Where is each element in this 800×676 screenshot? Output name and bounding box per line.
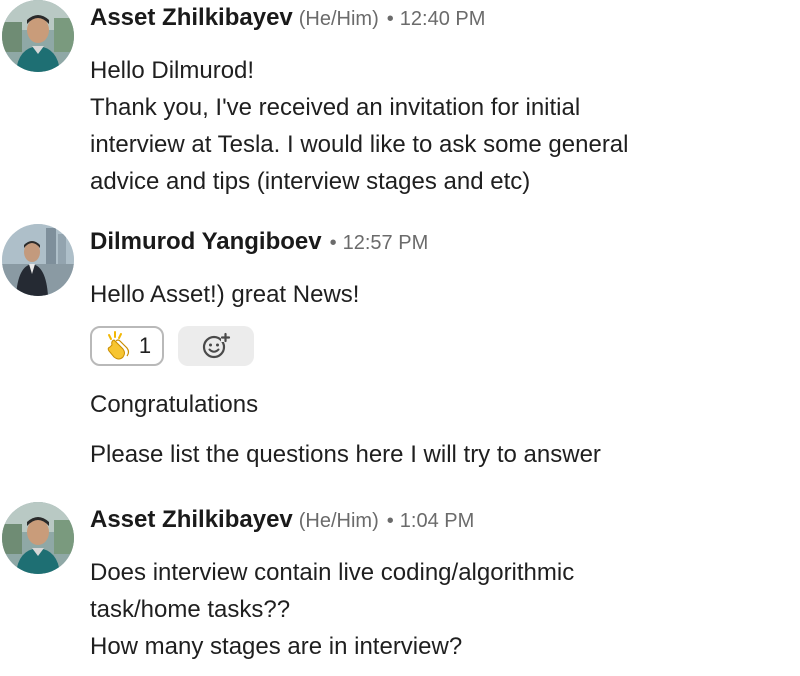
avatar[interactable]	[2, 224, 74, 296]
sender-line: Dilmurod Yangiboev • 12:57 PM	[90, 224, 428, 260]
message-line: Hello Dilmurod!	[90, 57, 255, 84]
add-reaction-button[interactable]	[178, 326, 254, 366]
message-line: task/home tasks??	[90, 596, 291, 623]
message-line: How many stages are in interview?	[90, 633, 463, 660]
timestamp: 1:04 PM	[399, 510, 475, 532]
avatar[interactable]	[2, 502, 74, 574]
sender-line: Asset Zhilkibayev (He/Him) • 12:40 PM	[90, 0, 485, 36]
timestamp: 12:40 PM	[399, 8, 486, 30]
message-line: Does interview contain live coding/algor…	[90, 559, 575, 586]
sender-name[interactable]: Asset Zhilkibayev	[90, 4, 293, 31]
clapping-hands-icon	[107, 331, 129, 360]
pronouns: (He/Him)	[298, 510, 379, 532]
add-reaction-icon	[202, 332, 231, 359]
pronouns: (He/Him)	[298, 8, 379, 30]
avatar-photo-icon	[2, 0, 74, 72]
avatar-photo-icon	[2, 502, 74, 574]
message-body: Hello Asset!) great News!	[90, 276, 359, 313]
sender-name[interactable]: Dilmurod Yangiboev	[90, 228, 322, 255]
avatar[interactable]	[2, 0, 74, 72]
message-body: Hello Dilmurod! Thank you, I've received…	[90, 52, 629, 200]
message-followup: Congratulations	[90, 391, 259, 418]
message-line: Thank you, I've received an invitation f…	[90, 94, 581, 121]
reaction-count: 1	[138, 333, 152, 358]
message-line: advice and tips (interview stages and et…	[90, 168, 531, 195]
reactions-bar: 1	[0, 326, 300, 370]
message-line: interview at Tesla. I would like to ask …	[90, 131, 629, 158]
message-line: Hello Asset!) great News!	[90, 281, 360, 308]
separator-dot: •	[386, 8, 394, 30]
timestamp: 12:57 PM	[342, 232, 429, 254]
avatar-photo-icon	[2, 224, 74, 296]
sender-line: Asset Zhilkibayev (He/Him) • 1:04 PM	[90, 502, 474, 538]
message-body: Does interview contain live coding/algor…	[90, 554, 574, 665]
message-followup: Please list the questions here I will tr…	[90, 441, 601, 468]
sender-name[interactable]: Asset Zhilkibayev	[90, 506, 293, 533]
reaction-clap-button[interactable]: 1	[90, 326, 164, 366]
separator-dot: •	[329, 232, 337, 254]
separator-dot: •	[386, 510, 394, 532]
